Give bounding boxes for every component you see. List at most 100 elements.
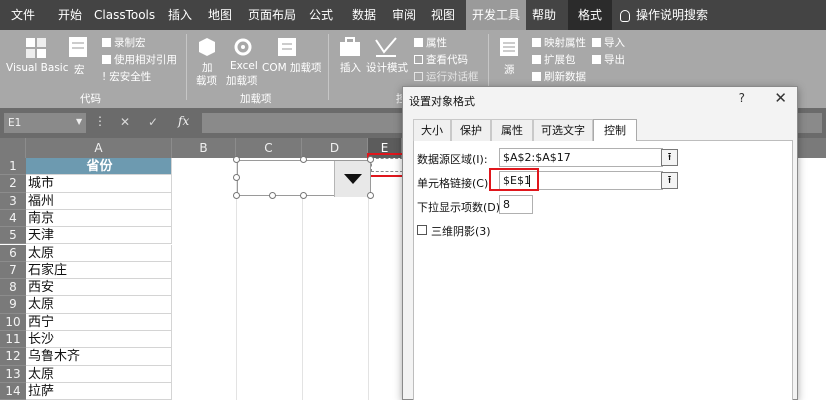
table-cell[interactable]: 太原 <box>26 296 172 314</box>
relative-references-icon <box>102 55 111 64</box>
tab-format[interactable]: 格式 <box>568 0 612 30</box>
macros-button[interactable]: 宏 <box>74 62 85 77</box>
addins-button-line2[interactable]: 载项 <box>196 73 217 88</box>
table-cell[interactable]: 南京 <box>26 209 172 228</box>
combo-box-control[interactable] <box>237 160 371 197</box>
resize-handle[interactable] <box>367 156 374 163</box>
resize-handle[interactable] <box>367 192 374 199</box>
input-range-collapse-icon[interactable]: ⭱ <box>661 149 678 166</box>
tab-help[interactable]: 帮助 <box>526 0 562 30</box>
resize-handle[interactable] <box>233 192 240 199</box>
table-cell[interactable]: 石家庄 <box>26 261 172 280</box>
tab-control[interactable]: 控制 <box>593 119 637 142</box>
map-properties-button[interactable]: 映射属性 <box>532 35 586 50</box>
confirm-edit-icon[interactable]: ✓ <box>148 115 158 129</box>
close-button[interactable]: ✕ <box>774 89 787 107</box>
resize-handle[interactable] <box>233 174 240 181</box>
tab-data[interactable]: 数据 <box>344 0 384 30</box>
table-cell[interactable]: 长沙 <box>26 331 172 349</box>
tab-protection[interactable]: 保护 <box>451 119 491 141</box>
expansion-packs-button[interactable]: 扩展包 <box>532 52 576 67</box>
resize-handle[interactable] <box>233 156 240 163</box>
design-mode-icon <box>374 36 398 61</box>
row-header[interactable]: 14 <box>0 382 26 400</box>
resize-handle[interactable] <box>269 192 276 199</box>
com-addins-button[interactable]: COM 加载项 <box>262 60 322 75</box>
table-cell[interactable]: 乌鲁木齐 <box>26 348 172 366</box>
column-header-d[interactable]: D <box>302 138 368 158</box>
select-all-corner[interactable] <box>0 138 26 158</box>
resize-handle[interactable] <box>300 192 307 199</box>
xml-export-button[interactable]: 导出 <box>592 52 625 67</box>
tab-home[interactable]: 开始 <box>50 0 90 30</box>
tell-me-search[interactable]: 操作说明搜索 <box>620 0 716 30</box>
column-header-c[interactable]: C <box>236 138 302 158</box>
row-header[interactable]: 7 <box>0 261 26 280</box>
row-header[interactable]: 10 <box>0 313 26 331</box>
name-box[interactable]: E1 <box>4 113 86 133</box>
row-header[interactable]: 4 <box>0 209 26 228</box>
tab-size[interactable]: 大小 <box>413 119 451 141</box>
dropdown-lines-field[interactable]: 8 <box>499 195 533 214</box>
design-mode-button[interactable]: 设计模式 <box>366 60 408 75</box>
column-header-b[interactable]: B <box>172 138 236 158</box>
properties-button[interactable]: 属性 <box>414 35 447 50</box>
cell-link-collapse-icon[interactable]: ⭱ <box>661 172 678 189</box>
tab-formulas[interactable]: 公式 <box>304 0 338 30</box>
row-header[interactable]: 9 <box>0 296 26 314</box>
tab-page-layout[interactable]: 页面布局 <box>244 0 300 30</box>
table-cell[interactable]: 天津 <box>26 227 172 245</box>
formula-bar-menu-icon[interactable]: ⋮ <box>94 114 106 128</box>
xml-source-button[interactable]: 源 <box>504 62 515 77</box>
visual-basic-button[interactable]: Visual Basic <box>6 62 68 74</box>
row-header[interactable]: 12 <box>0 348 26 366</box>
row-header[interactable]: 11 <box>0 331 26 349</box>
macro-security-button[interactable]: ! 宏安全性 <box>102 69 151 84</box>
table-cell[interactable]: 西安 <box>26 279 172 297</box>
tab-insert[interactable]: 插入 <box>160 0 200 30</box>
name-box-dropdown-icon[interactable]: ▼ <box>76 117 82 126</box>
combo-box-dropdown-button[interactable] <box>334 161 370 197</box>
excel-addins-button-line2[interactable]: 加载项 <box>226 73 258 88</box>
excel-addins-button[interactable]: Excel <box>230 60 258 72</box>
view-code-button[interactable]: 查看代码 <box>414 52 468 67</box>
row-header[interactable]: 13 <box>0 365 26 383</box>
help-button[interactable]: ? <box>739 91 745 105</box>
table-cell[interactable]: 太原 <box>26 244 172 262</box>
row-header[interactable]: 3 <box>0 192 26 210</box>
table-cell[interactable]: 太原 <box>26 365 172 383</box>
input-range-field[interactable]: $A$2:$A$17 <box>499 148 663 167</box>
run-dialog-button[interactable]: 运行对话框 <box>414 69 479 84</box>
table-cell[interactable]: 西宁 <box>26 313 172 331</box>
3d-shading-checkbox[interactable] <box>417 225 427 235</box>
header-cell-province[interactable]: 省份 <box>26 158 172 176</box>
tell-me-label: 操作说明搜索 <box>636 8 709 22</box>
row-header[interactable]: 8 <box>0 279 26 297</box>
insert-control-button[interactable]: 插入 <box>340 60 361 75</box>
tab-developer[interactable]: 开发工具 <box>466 0 526 30</box>
tab-map[interactable]: 地图 <box>200 0 240 30</box>
tab-classtools[interactable]: ClassTools <box>94 0 155 30</box>
tab-file[interactable]: 文件 <box>4 0 42 30</box>
row-header[interactable]: 5 <box>0 227 26 245</box>
resize-handle[interactable] <box>300 156 307 163</box>
tab-review[interactable]: 审阅 <box>384 0 424 30</box>
insert-function-icon[interactable]: fx <box>178 114 189 128</box>
tab-properties[interactable]: 属性 <box>491 119 533 141</box>
row-header[interactable]: 6 <box>0 244 26 262</box>
group-separator <box>328 34 329 100</box>
column-header-a[interactable]: A <box>26 138 172 158</box>
tab-alt-text[interactable]: 可选文字 <box>533 119 593 141</box>
row-header[interactable]: 1 <box>0 158 26 176</box>
refresh-data-button[interactable]: 刷新数据 <box>532 69 586 84</box>
table-cell[interactable]: 福州 <box>26 192 172 210</box>
xml-import-button[interactable]: 导入 <box>592 35 625 50</box>
table-cell[interactable]: 拉萨 <box>26 382 172 400</box>
record-macro-button[interactable]: 录制宏 <box>102 35 146 50</box>
insert-control-toolbox-icon <box>338 36 362 61</box>
table-cell[interactable]: 城市 <box>26 175 172 193</box>
cancel-edit-icon[interactable]: ✕ <box>120 115 130 129</box>
row-header[interactable]: 2 <box>0 175 26 193</box>
relative-references-button[interactable]: 使用相对引用 <box>102 52 177 67</box>
tab-view[interactable]: 视图 <box>424 0 462 30</box>
